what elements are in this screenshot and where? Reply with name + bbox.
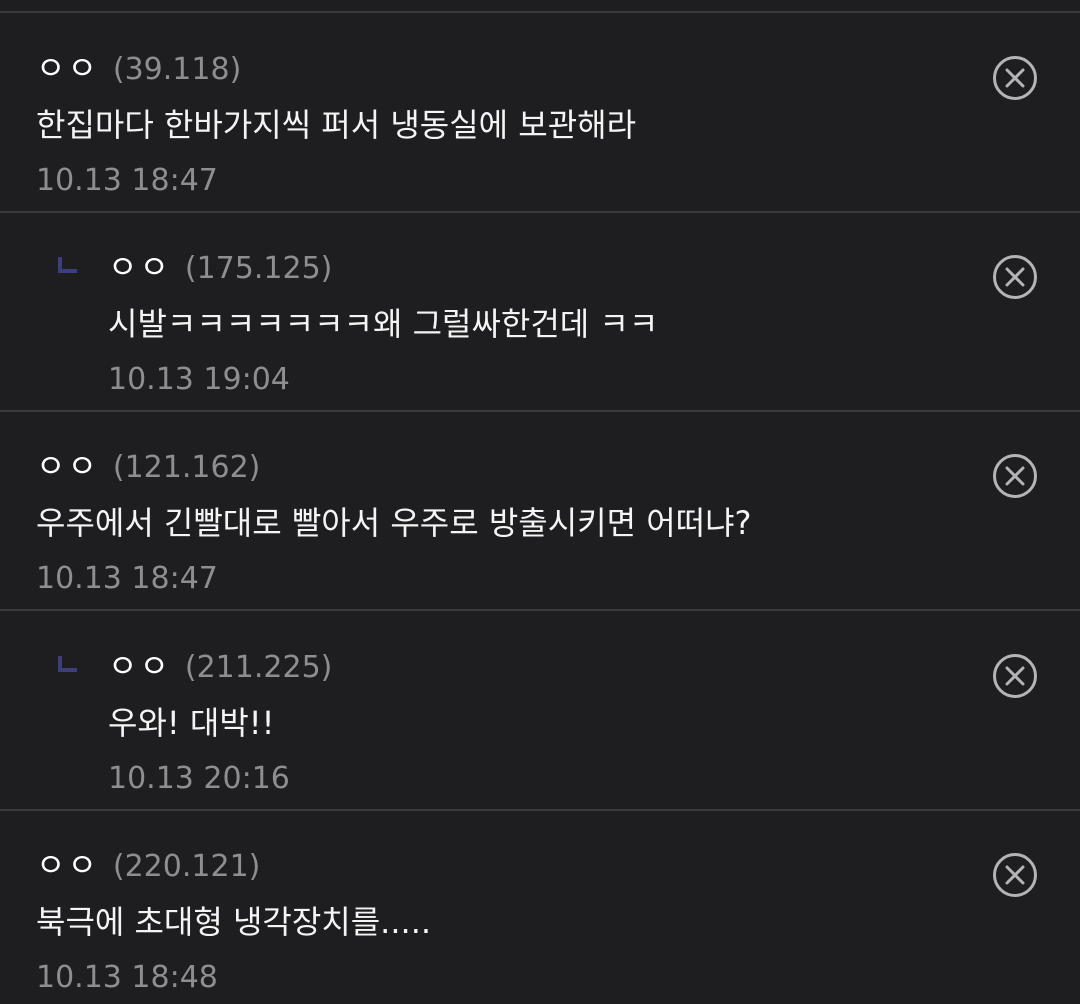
comment-timestamp: 10.13 18:47 xyxy=(36,163,218,198)
reply-indicator-icon xyxy=(58,257,77,273)
comment-nickname[interactable]: ㅇㅇ xyxy=(108,641,171,687)
close-circle-icon xyxy=(993,255,1037,299)
comment-nickname[interactable]: ㅇㅇ xyxy=(36,441,99,487)
comment-header: ㅇㅇ (121.162) xyxy=(36,441,260,487)
comment-text: 한집마다 한바가지씩 퍼서 냉동실에 보관해라 xyxy=(36,106,637,144)
comment-timestamp: 10.13 18:47 xyxy=(36,561,218,596)
delete-button[interactable] xyxy=(992,852,1038,898)
comment-text: 시발ㅋㅋㅋㅋㅋㅋㅋ왜 그럴싸한건데 ㅋㅋ xyxy=(108,305,659,343)
comment-text: 우와! 대박!! xyxy=(108,704,275,742)
comment-ip: (220.121) xyxy=(112,849,261,884)
comment-ip: (175.125) xyxy=(184,251,333,286)
close-circle-icon xyxy=(993,454,1037,498)
comment-header: ㅇㅇ (39.118) xyxy=(36,43,241,89)
comment-header: ㅇㅇ (211.225) xyxy=(108,641,332,687)
comment-timestamp: 10.13 19:04 xyxy=(108,362,290,397)
close-circle-icon xyxy=(993,56,1037,100)
delete-button[interactable] xyxy=(992,653,1038,699)
comment-item: ㅇㅇ (220.121) 북극에 초대형 냉각장치를..... 10.13 18… xyxy=(0,810,1080,1004)
comment-timestamp: 10.13 18:48 xyxy=(36,960,218,995)
comment-list: ㅇㅇ (39.118) 한집마다 한바가지씩 퍼서 냉동실에 보관해라 10.1… xyxy=(0,0,1080,1004)
comment-header: ㅇㅇ (220.121) xyxy=(36,840,260,886)
comment-nickname[interactable]: ㅇㅇ xyxy=(36,43,99,89)
comment-header: ㅇㅇ (175.125) xyxy=(108,242,332,288)
delete-button[interactable] xyxy=(992,55,1038,101)
delete-button[interactable] xyxy=(992,453,1038,499)
comment-timestamp: 10.13 20:16 xyxy=(108,761,290,796)
comment-ip: (211.225) xyxy=(184,650,333,685)
comment-nickname[interactable]: ㅇㅇ xyxy=(36,840,99,886)
delete-button[interactable] xyxy=(992,254,1038,300)
comment-item: ㅇㅇ (121.162) 우주에서 긴빨대로 빨아서 우주로 방출시키면 어떠냐… xyxy=(0,411,1080,611)
comment-ip: (121.162) xyxy=(112,450,261,485)
close-circle-icon xyxy=(993,853,1037,897)
close-circle-icon xyxy=(993,654,1037,698)
comment-ip: (39.118) xyxy=(112,52,242,87)
comment-text: 우주에서 긴빨대로 빨아서 우주로 방출시키면 어떠냐? xyxy=(36,504,752,542)
comment-text: 북극에 초대형 냉각장치를..... xyxy=(36,903,432,941)
reply-comment-item: ㅇㅇ (175.125) 시발ㅋㅋㅋㅋㅋㅋㅋ왜 그럴싸한건데 ㅋㅋ 10.13 … xyxy=(0,212,1080,412)
comment-item: ㅇㅇ (39.118) 한집마다 한바가지씩 퍼서 냉동실에 보관해라 10.1… xyxy=(0,13,1080,213)
reply-comment-item: ㅇㅇ (211.225) 우와! 대박!! 10.13 20:16 xyxy=(0,611,1080,811)
comment-nickname[interactable]: ㅇㅇ xyxy=(108,242,171,288)
reply-indicator-icon xyxy=(58,656,77,672)
